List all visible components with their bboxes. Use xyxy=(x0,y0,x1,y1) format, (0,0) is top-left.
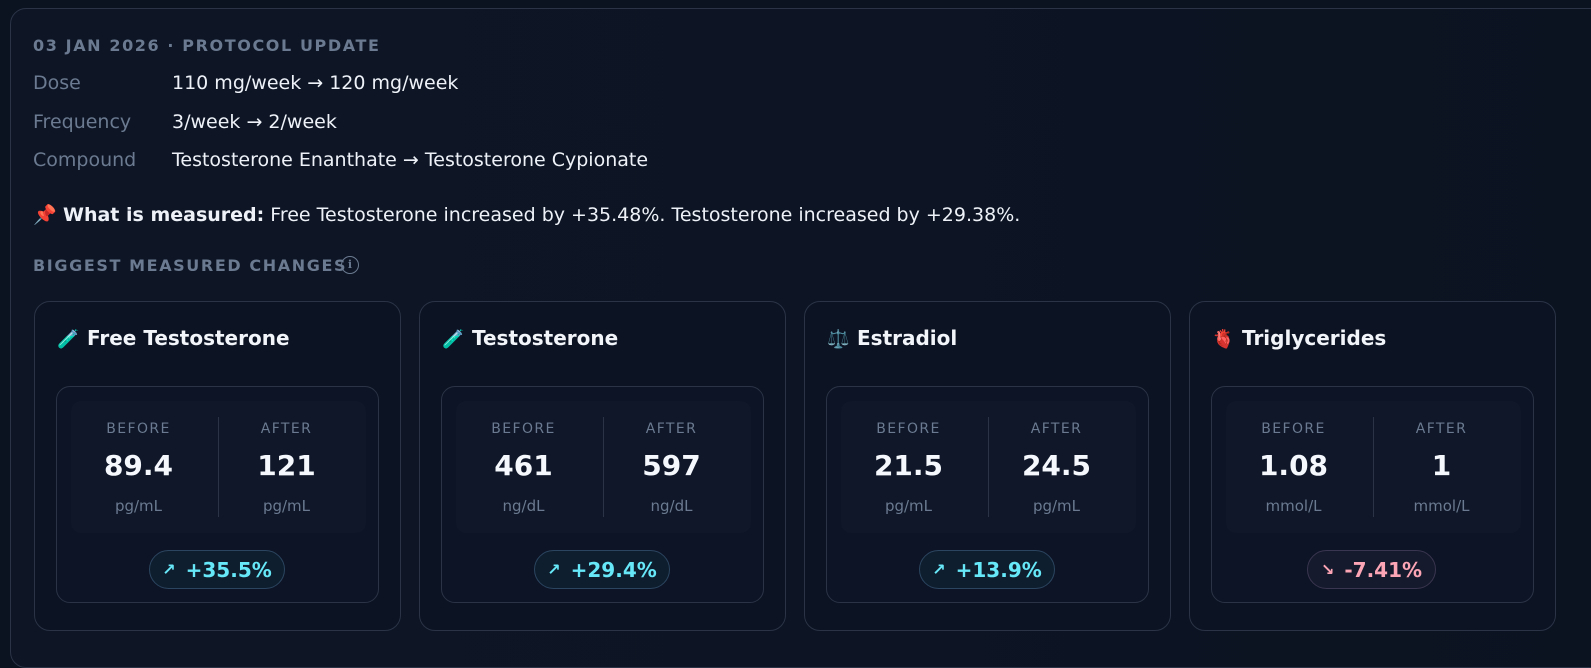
metric-card[interactable]: 🧪 Free Testosterone BEFORE 89.4 pg/mL AFT… xyxy=(34,301,401,631)
after-unit: ng/dL xyxy=(650,497,693,515)
trend-down-icon: ↘ xyxy=(1320,560,1335,579)
before-value: 1.08 xyxy=(1258,449,1329,482)
after-value: 1 xyxy=(1431,449,1452,482)
card-title-text: Triglycerides xyxy=(1242,326,1387,350)
before-label: BEFORE xyxy=(106,421,171,437)
measured-summary: 📌 What is measured: Free Testosterone inc… xyxy=(33,203,1020,226)
values-box: BEFORE 21.5 pg/mL AFTER 24.5 pg/mL ↗ +13… xyxy=(826,386,1149,603)
change-value: 110 mg/week → 120 mg/week xyxy=(172,72,459,94)
change-value: 3/week → 2/week xyxy=(172,111,337,133)
change-badge: ↘ -7.41% xyxy=(1307,550,1436,589)
change-key: Dose xyxy=(33,72,81,94)
card-title: 🧪 Free Testosterone xyxy=(57,326,290,350)
after-unit: pg/mL xyxy=(1032,497,1081,515)
measured-text: Free Testosterone increased by +35.48%. … xyxy=(264,204,1021,226)
change-percent: +35.5% xyxy=(185,557,272,582)
before-unit: pg/mL xyxy=(884,497,933,515)
after-label: AFTER xyxy=(260,421,313,437)
card-title-text: Estradiol xyxy=(857,326,958,350)
change-percent: -7.41% xyxy=(1344,557,1423,582)
before-column: BEFORE 1.08 mmol/L xyxy=(1226,401,1361,533)
change-percent: +29.4% xyxy=(570,557,657,582)
before-after-panel: BEFORE 461 ng/dL AFTER 597 ng/dL xyxy=(456,401,751,533)
after-column: AFTER 121 pg/mL xyxy=(219,401,354,533)
before-label: BEFORE xyxy=(876,421,941,437)
after-value: 24.5 xyxy=(1021,449,1092,482)
card-title: 🧪 Testosterone xyxy=(442,326,618,350)
metric-card[interactable]: 🧪 Testosterone BEFORE 461 ng/dL AFTER 597… xyxy=(419,301,786,631)
trend-up-icon: ↗ xyxy=(162,560,176,579)
change-badge: ↗ +29.4% xyxy=(534,550,670,589)
info-icon[interactable]: i xyxy=(341,256,359,274)
after-label: AFTER xyxy=(1415,421,1468,437)
change-key: Compound xyxy=(33,149,137,171)
card-title-text: Free Testosterone xyxy=(87,326,290,350)
protocol-update-header: 03 JAN 2026 · PROTOCOL UPDATE xyxy=(33,36,381,55)
after-unit: mmol/L xyxy=(1413,497,1470,515)
before-column: BEFORE 89.4 pg/mL xyxy=(71,401,206,533)
heart-icon: 🫀 xyxy=(1212,329,1235,350)
change-value: Testosterone Enanthate → Testosterone Cy… xyxy=(172,149,649,171)
values-box: BEFORE 1.08 mmol/L AFTER 1 mmol/L ↘ -7.4… xyxy=(1211,386,1534,603)
after-column: AFTER 24.5 pg/mL xyxy=(989,401,1124,533)
before-value: 461 xyxy=(494,449,553,482)
pushpin-icon: 📌 xyxy=(33,204,57,226)
before-value: 21.5 xyxy=(873,449,944,482)
before-unit: mmol/L xyxy=(1265,497,1322,515)
card-title: ⚖️ Estradiol xyxy=(827,326,957,350)
before-after-panel: BEFORE 89.4 pg/mL AFTER 121 pg/mL xyxy=(71,401,366,533)
test-tube-icon: 🧪 xyxy=(442,329,465,350)
before-column: BEFORE 21.5 pg/mL xyxy=(841,401,976,533)
before-value: 89.4 xyxy=(103,449,174,482)
before-label: BEFORE xyxy=(491,421,556,437)
change-percent: +13.9% xyxy=(955,557,1042,582)
before-after-panel: BEFORE 1.08 mmol/L AFTER 1 mmol/L xyxy=(1226,401,1521,533)
change-key: Frequency xyxy=(33,111,132,133)
before-after-panel: BEFORE 21.5 pg/mL AFTER 24.5 pg/mL xyxy=(841,401,1136,533)
trend-up-icon: ↗ xyxy=(932,560,946,579)
card-title-text: Testosterone xyxy=(472,326,619,350)
change-badge: ↗ +35.5% xyxy=(149,550,285,589)
before-unit: ng/dL xyxy=(502,497,545,515)
after-value: 121 xyxy=(257,449,316,482)
test-tube-icon: 🧪 xyxy=(57,329,80,350)
section-title: BIGGEST MEASURED CHANGES xyxy=(33,256,348,275)
after-label: AFTER xyxy=(1030,421,1083,437)
metric-card[interactable]: 🫀 Triglycerides BEFORE 1.08 mmol/L AFTER … xyxy=(1189,301,1556,631)
after-column: AFTER 597 ng/dL xyxy=(604,401,739,533)
after-value: 597 xyxy=(642,449,701,482)
card-title: 🫀 Triglycerides xyxy=(1212,326,1386,350)
measured-label: What is measured: xyxy=(63,204,265,226)
trend-up-icon: ↗ xyxy=(547,560,561,579)
values-box: BEFORE 461 ng/dL AFTER 597 ng/dL ↗ +29.4… xyxy=(441,386,764,603)
before-unit: pg/mL xyxy=(114,497,163,515)
before-column: BEFORE 461 ng/dL xyxy=(456,401,591,533)
scales-icon: ⚖️ xyxy=(827,329,850,350)
after-label: AFTER xyxy=(645,421,698,437)
change-badge: ↗ +13.9% xyxy=(919,550,1055,589)
values-box: BEFORE 89.4 pg/mL AFTER 121 pg/mL ↗ +35.… xyxy=(56,386,379,603)
metric-card[interactable]: ⚖️ Estradiol BEFORE 21.5 pg/mL AFTER 24.5… xyxy=(804,301,1171,631)
after-column: AFTER 1 mmol/L xyxy=(1374,401,1509,533)
before-label: BEFORE xyxy=(1261,421,1326,437)
after-unit: pg/mL xyxy=(262,497,311,515)
